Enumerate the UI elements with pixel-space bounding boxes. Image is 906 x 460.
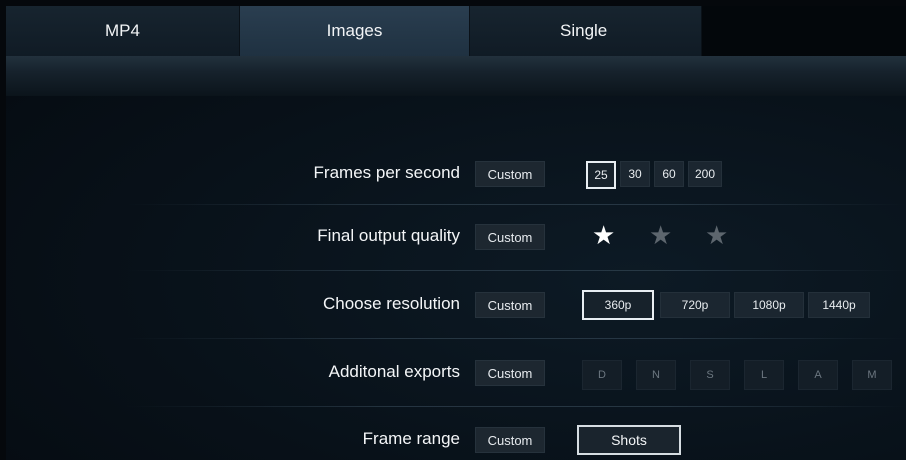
export-settings-panel: MP4 Images Single Frames per second Cust…: [6, 6, 906, 460]
star-icon[interactable]: ★: [705, 222, 728, 248]
fps-option-60[interactable]: 60: [654, 161, 684, 187]
export-option-m[interactable]: M: [852, 360, 892, 390]
export-option-a[interactable]: A: [798, 360, 838, 390]
row-divider: [126, 406, 906, 407]
row-divider: [126, 338, 906, 339]
star-icon[interactable]: ★: [649, 222, 672, 248]
quality-row: Final output quality Custom ★ ★ ★: [6, 204, 906, 272]
exports-row: Additonal exports Custom D N S L A M: [6, 338, 906, 406]
frame-range-shots-button[interactable]: Shots: [577, 425, 681, 455]
tab-bar: MP4 Images Single: [6, 6, 906, 56]
resolution-option-360p[interactable]: 360p: [582, 290, 654, 320]
range-custom-button[interactable]: Custom: [475, 427, 545, 453]
export-option-s[interactable]: S: [690, 360, 730, 390]
resolution-option-1440p[interactable]: 1440p: [808, 292, 870, 318]
fps-custom-button[interactable]: Custom: [475, 161, 545, 187]
quality-label: Final output quality: [317, 226, 460, 245]
export-option-l[interactable]: L: [744, 360, 784, 390]
fps-option-25[interactable]: 25: [586, 161, 616, 189]
exports-label: Additonal exports: [328, 362, 460, 381]
range-row: Frame range Custom Shots: [6, 406, 906, 460]
resolution-option-1080p[interactable]: 1080p: [734, 292, 804, 318]
tab-mp4[interactable]: MP4: [6, 6, 240, 56]
quality-custom-button[interactable]: Custom: [475, 224, 545, 250]
range-label: Frame range: [362, 429, 460, 448]
resolution-option-720p[interactable]: 720p: [660, 292, 730, 318]
row-divider: [126, 204, 906, 205]
fps-label: Frames per second: [313, 163, 460, 182]
fps-option-200[interactable]: 200: [688, 161, 722, 187]
export-option-n[interactable]: N: [636, 360, 676, 390]
row-divider: [126, 270, 906, 271]
resolution-custom-button[interactable]: Custom: [475, 292, 545, 318]
star-icon[interactable]: ★: [592, 222, 615, 248]
exports-custom-button[interactable]: Custom: [475, 360, 545, 386]
tab-single[interactable]: Single: [470, 6, 702, 56]
export-option-d[interactable]: D: [582, 360, 622, 390]
fps-row: Frames per second Custom 25 30 60 200: [6, 140, 906, 208]
resolution-label: Choose resolution: [322, 294, 460, 313]
fps-option-30[interactable]: 30: [620, 161, 650, 187]
tab-images[interactable]: Images: [240, 6, 470, 56]
resolution-row: Choose resolution Custom 360p 720p 1080p…: [6, 270, 906, 338]
tab-content-header: [6, 56, 906, 96]
